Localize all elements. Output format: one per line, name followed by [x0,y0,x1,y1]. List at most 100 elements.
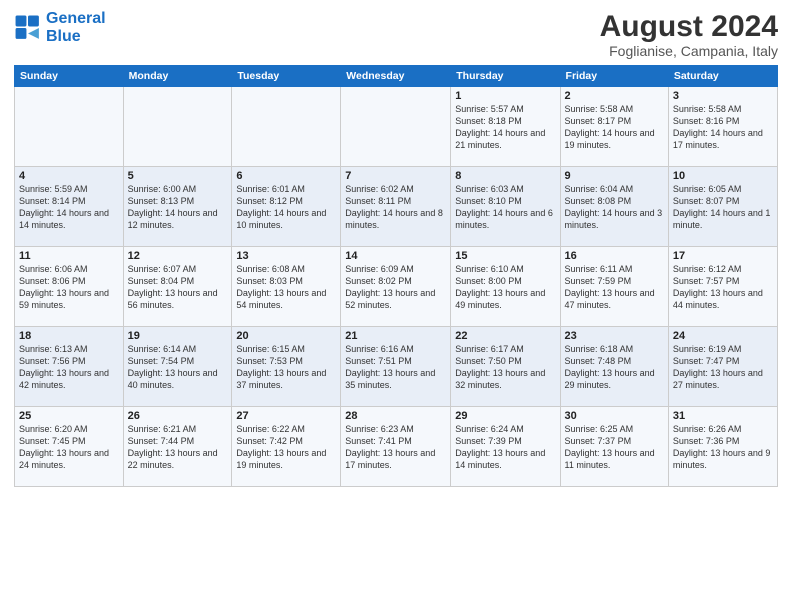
day-info: Sunrise: 5:57 AM Sunset: 8:18 PM Dayligh… [455,103,555,152]
day-number: 22 [455,330,555,342]
day-cell: 10Sunrise: 6:05 AM Sunset: 8:07 PM Dayli… [668,167,777,247]
day-cell [15,87,124,167]
logo-blue: Blue [46,28,81,45]
day-cell: 29Sunrise: 6:24 AM Sunset: 7:39 PM Dayli… [451,407,560,487]
weekday-saturday: Saturday [668,66,777,87]
week-row-1: 1Sunrise: 5:57 AM Sunset: 8:18 PM Daylig… [15,87,778,167]
logo: General Blue [14,10,106,45]
day-cell: 21Sunrise: 6:16 AM Sunset: 7:51 PM Dayli… [341,327,451,407]
day-info: Sunrise: 6:06 AM Sunset: 8:06 PM Dayligh… [19,263,119,312]
day-info: Sunrise: 6:04 AM Sunset: 8:08 PM Dayligh… [565,183,664,232]
week-row-2: 4Sunrise: 5:59 AM Sunset: 8:14 PM Daylig… [15,167,778,247]
day-number: 23 [565,330,664,342]
calendar-table: SundayMondayTuesdayWednesdayThursdayFrid… [14,65,778,487]
day-number: 25 [19,410,119,422]
day-cell: 31Sunrise: 6:26 AM Sunset: 7:36 PM Dayli… [668,407,777,487]
day-cell: 3Sunrise: 5:58 AM Sunset: 8:16 PM Daylig… [668,87,777,167]
day-cell: 4Sunrise: 5:59 AM Sunset: 8:14 PM Daylig… [15,167,124,247]
day-cell: 9Sunrise: 6:04 AM Sunset: 8:08 PM Daylig… [560,167,668,247]
day-number: 29 [455,410,555,422]
day-info: Sunrise: 5:58 AM Sunset: 8:16 PM Dayligh… [673,103,773,152]
day-number: 30 [565,410,664,422]
day-info: Sunrise: 6:20 AM Sunset: 7:45 PM Dayligh… [19,423,119,472]
weekday-tuesday: Tuesday [232,66,341,87]
weekday-thursday: Thursday [451,66,560,87]
title-block: August 2024 Foglianise, Campania, Italy [600,10,778,59]
logo-text: General Blue [46,10,106,45]
day-cell: 14Sunrise: 6:09 AM Sunset: 8:02 PM Dayli… [341,247,451,327]
day-cell: 8Sunrise: 6:03 AM Sunset: 8:10 PM Daylig… [451,167,560,247]
day-cell: 11Sunrise: 6:06 AM Sunset: 8:06 PM Dayli… [15,247,124,327]
day-cell: 1Sunrise: 5:57 AM Sunset: 8:18 PM Daylig… [451,87,560,167]
day-cell: 12Sunrise: 6:07 AM Sunset: 8:04 PM Dayli… [123,247,232,327]
day-cell: 23Sunrise: 6:18 AM Sunset: 7:48 PM Dayli… [560,327,668,407]
header: General Blue August 2024 Foglianise, Cam… [14,10,778,59]
weekday-monday: Monday [123,66,232,87]
day-info: Sunrise: 6:21 AM Sunset: 7:44 PM Dayligh… [128,423,228,472]
weekday-wednesday: Wednesday [341,66,451,87]
day-info: Sunrise: 6:24 AM Sunset: 7:39 PM Dayligh… [455,423,555,472]
day-info: Sunrise: 6:26 AM Sunset: 7:36 PM Dayligh… [673,423,773,472]
day-cell: 30Sunrise: 6:25 AM Sunset: 7:37 PM Dayli… [560,407,668,487]
day-cell [123,87,232,167]
subtitle: Foglianise, Campania, Italy [600,43,778,59]
calendar-header: SundayMondayTuesdayWednesdayThursdayFrid… [15,66,778,87]
day-number: 26 [128,410,228,422]
day-cell: 6Sunrise: 6:01 AM Sunset: 8:12 PM Daylig… [232,167,341,247]
day-info: Sunrise: 6:12 AM Sunset: 7:57 PM Dayligh… [673,263,773,312]
day-info: Sunrise: 5:58 AM Sunset: 8:17 PM Dayligh… [565,103,664,152]
day-number: 27 [236,410,336,422]
day-info: Sunrise: 6:09 AM Sunset: 8:02 PM Dayligh… [345,263,446,312]
day-number: 14 [345,250,446,262]
day-info: Sunrise: 6:15 AM Sunset: 7:53 PM Dayligh… [236,343,336,392]
day-number: 10 [673,170,773,182]
day-cell: 18Sunrise: 6:13 AM Sunset: 7:56 PM Dayli… [15,327,124,407]
day-info: Sunrise: 6:03 AM Sunset: 8:10 PM Dayligh… [455,183,555,232]
weekday-header-row: SundayMondayTuesdayWednesdayThursdayFrid… [15,66,778,87]
day-info: Sunrise: 6:17 AM Sunset: 7:50 PM Dayligh… [455,343,555,392]
day-info: Sunrise: 6:05 AM Sunset: 8:07 PM Dayligh… [673,183,773,232]
day-cell: 7Sunrise: 6:02 AM Sunset: 8:11 PM Daylig… [341,167,451,247]
day-number: 16 [565,250,664,262]
day-info: Sunrise: 6:18 AM Sunset: 7:48 PM Dayligh… [565,343,664,392]
day-cell: 27Sunrise: 6:22 AM Sunset: 7:42 PM Dayli… [232,407,341,487]
day-number: 13 [236,250,336,262]
day-cell: 24Sunrise: 6:19 AM Sunset: 7:47 PM Dayli… [668,327,777,407]
weekday-friday: Friday [560,66,668,87]
day-number: 4 [19,170,119,182]
day-number: 18 [19,330,119,342]
day-cell: 22Sunrise: 6:17 AM Sunset: 7:50 PM Dayli… [451,327,560,407]
day-info: Sunrise: 6:16 AM Sunset: 7:51 PM Dayligh… [345,343,446,392]
day-number: 24 [673,330,773,342]
day-info: Sunrise: 6:13 AM Sunset: 7:56 PM Dayligh… [19,343,119,392]
day-number: 31 [673,410,773,422]
day-number: 17 [673,250,773,262]
logo-icon [14,14,42,42]
week-row-5: 25Sunrise: 6:20 AM Sunset: 7:45 PM Dayli… [15,407,778,487]
day-info: Sunrise: 6:25 AM Sunset: 7:37 PM Dayligh… [565,423,664,472]
day-info: Sunrise: 6:14 AM Sunset: 7:54 PM Dayligh… [128,343,228,392]
day-cell: 2Sunrise: 5:58 AM Sunset: 8:17 PM Daylig… [560,87,668,167]
day-info: Sunrise: 5:59 AM Sunset: 8:14 PM Dayligh… [19,183,119,232]
day-cell: 13Sunrise: 6:08 AM Sunset: 8:03 PM Dayli… [232,247,341,327]
day-info: Sunrise: 6:08 AM Sunset: 8:03 PM Dayligh… [236,263,336,312]
day-cell: 5Sunrise: 6:00 AM Sunset: 8:13 PM Daylig… [123,167,232,247]
day-number: 12 [128,250,228,262]
weekday-sunday: Sunday [15,66,124,87]
day-cell: 20Sunrise: 6:15 AM Sunset: 7:53 PM Dayli… [232,327,341,407]
week-row-3: 11Sunrise: 6:06 AM Sunset: 8:06 PM Dayli… [15,247,778,327]
day-number: 6 [236,170,336,182]
day-info: Sunrise: 6:22 AM Sunset: 7:42 PM Dayligh… [236,423,336,472]
day-number: 5 [128,170,228,182]
day-number: 20 [236,330,336,342]
main-title: August 2024 [600,10,778,43]
day-cell: 26Sunrise: 6:21 AM Sunset: 7:44 PM Dayli… [123,407,232,487]
day-number: 11 [19,250,119,262]
day-number: 7 [345,170,446,182]
day-info: Sunrise: 6:00 AM Sunset: 8:13 PM Dayligh… [128,183,228,232]
day-cell: 19Sunrise: 6:14 AM Sunset: 7:54 PM Dayli… [123,327,232,407]
day-cell: 25Sunrise: 6:20 AM Sunset: 7:45 PM Dayli… [15,407,124,487]
day-number: 8 [455,170,555,182]
page: General Blue August 2024 Foglianise, Cam… [0,0,792,612]
day-info: Sunrise: 6:11 AM Sunset: 7:59 PM Dayligh… [565,263,664,312]
